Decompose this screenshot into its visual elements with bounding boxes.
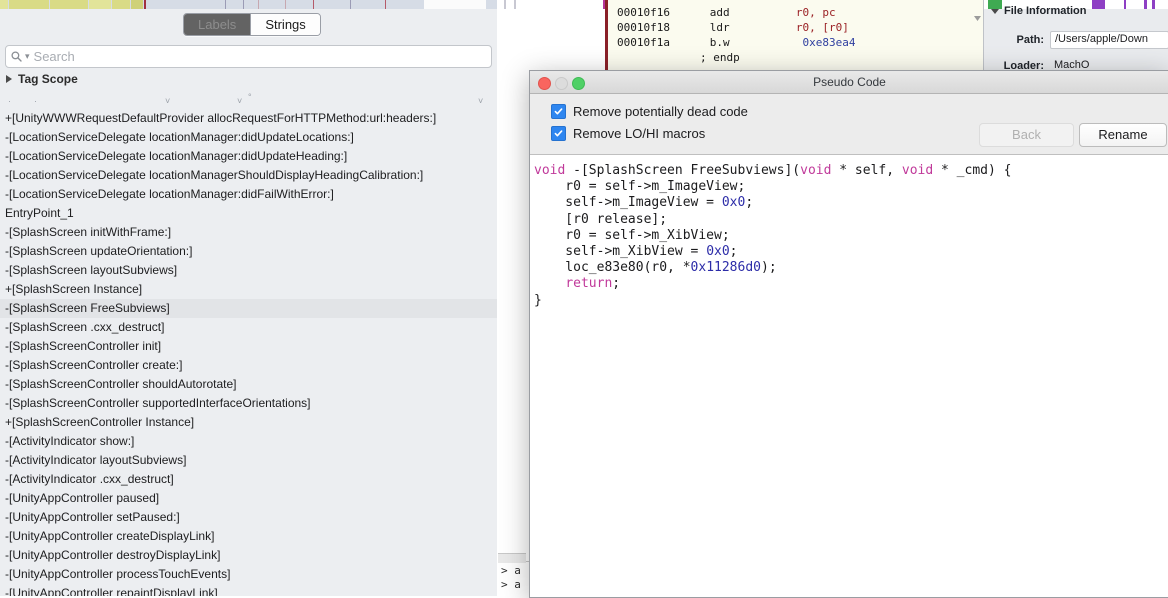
list-item[interactable]: -[SplashScreenController shouldAutorotat… (0, 375, 497, 394)
branch-target[interactable]: 0xe83ea4 (802, 36, 855, 49)
search-icon (11, 51, 22, 62)
list-item[interactable]: -[SplashScreenController create:] (0, 356, 497, 375)
search-field[interactable]: ▾ (5, 45, 492, 68)
back-button[interactable]: Back (979, 123, 1074, 147)
script-console[interactable]: > a > a (498, 553, 530, 596)
instruction-address: 00010f18 (617, 21, 670, 34)
disassembly-comment: ; endp (700, 51, 740, 64)
list-item[interactable]: EntryPoint_1 (0, 204, 497, 223)
list-item[interactable]: +[SplashScreen Instance] (0, 280, 497, 299)
procedure-gutter-marker (605, 0, 608, 72)
dialog-options-bar: Remove potentially dead code Remove LO/H… (530, 94, 1168, 155)
list-item[interactable]: -[SplashScreenController supportedInterf… (0, 394, 497, 413)
search-input[interactable] (29, 49, 491, 64)
console-line-2: > a (501, 578, 521, 591)
checkmark-icon[interactable] (551, 126, 566, 141)
checkbox-label-remove-lohi-macros: Remove LO/HI macros (573, 126, 706, 141)
tag-scope-label: Tag Scope (18, 72, 78, 86)
list-item[interactable]: -[UnityAppController setPaused:] (0, 508, 497, 527)
list-item[interactable]: -[SplashScreen .cxx_destruct] (0, 318, 497, 337)
list-item[interactable]: -[SplashScreen layoutSubviews] (0, 261, 497, 280)
instruction-mnemonic: ldr (709, 21, 730, 34)
instruction-address: 00010f1a (617, 36, 670, 49)
navigator-overview-strip[interactable] (0, 0, 497, 9)
instruction-mnemonic: b.w (709, 36, 730, 49)
list-item[interactable]: -[ActivityIndicator .cxx_destruct] (0, 470, 497, 489)
list-item[interactable]: -[SplashScreenController init] (0, 337, 497, 356)
instruction-mnemonic: add (709, 6, 730, 19)
console-line-1: > a (501, 564, 521, 577)
list-item[interactable]: -[UnityAppController paused] (0, 489, 497, 508)
dialog-titlebar[interactable]: Pseudo Code (530, 71, 1168, 94)
rename-button[interactable]: Rename (1079, 123, 1167, 147)
checkbox-remove-lohi-macros[interactable]: Remove LO/HI macros (551, 126, 705, 141)
pseudo-code-dialog[interactable]: Pseudo Code Remove potentially dead code… (529, 70, 1168, 598)
disclosure-triangle-right-icon[interactable] (6, 75, 12, 83)
pseudo-code-editor[interactable]: void -[SplashScreen FreeSubviews](void *… (530, 155, 1168, 597)
disassembly-line[interactable]: 00010f1a b.w 0xe83ea4 (617, 36, 855, 50)
tag-scope-header[interactable]: Tag Scope (6, 70, 486, 88)
checkbox-label-remove-dead-code: Remove potentially dead code (573, 104, 748, 119)
disassembly-code-block[interactable]: 00010f16 add r0, pc 00010f18 ldr r0, [r0]… (605, 0, 983, 73)
list-item[interactable]: -[ActivityIndicator layoutSubviews] (0, 451, 497, 470)
list-item[interactable]: -[LocationServiceDelegate locationManage… (0, 166, 497, 185)
labels-sidebar: Labels Strings ▾ Tag Scope · · ˅ ˅ ° ˅ +… (0, 0, 498, 596)
instruction-operands: r0, [r0] (795, 21, 849, 34)
list-item[interactable]: -[SplashScreen initWithFrame:] (0, 223, 497, 242)
dialog-title: Pseudo Code (813, 75, 886, 89)
list-item[interactable]: -[UnityAppController repaintDisplayLink] (0, 584, 497, 596)
checkbox-remove-dead-code[interactable]: Remove potentially dead code (551, 104, 748, 119)
list-item[interactable]: -[UnityAppController destroyDisplayLink] (0, 546, 497, 565)
list-item[interactable]: -[SplashScreen updateOrientation:] (0, 242, 497, 261)
list-item[interactable]: +[UnityWWWRequestDefaultProvider allocRe… (0, 109, 497, 128)
file-information-inspector: File Information Path: /Users/apple/Down… (983, 0, 1168, 80)
path-value[interactable]: /Users/apple/Down (1050, 31, 1168, 49)
disassembly-line[interactable]: 00010f18 ldr r0, [r0] (617, 21, 849, 35)
list-item[interactable]: -[UnityAppController createDisplayLink] (0, 527, 497, 546)
file-information-header[interactable]: File Information (991, 5, 1087, 17)
instruction-operands: r0, pc (795, 6, 836, 19)
console-divider (498, 553, 526, 563)
list-item[interactable]: +[SplashScreenController Instance] (0, 413, 497, 432)
list-item[interactable]: -[SplashScreen FreeSubviews] (0, 299, 497, 318)
list-item[interactable]: -[LocationServiceDelegate locationManage… (0, 185, 497, 204)
sidebar-tabbar: Labels Strings (0, 10, 497, 40)
checkmark-icon[interactable] (551, 104, 566, 119)
list-scroll-artifacts: · · ˅ ˅ ° ˅ (8, 92, 484, 106)
instruction-address: 00010f16 (617, 6, 670, 19)
inspector-title: File Information (1004, 5, 1087, 17)
tab-labels[interactable]: Labels (184, 14, 251, 35)
labels-list[interactable]: · · ˅ ˅ ° ˅ +[UnityWWWRequestDefaultProv… (0, 92, 497, 596)
list-item[interactable]: -[ActivityIndicator show:] (0, 432, 497, 451)
list-item[interactable]: -[UnityAppController processTouchEvents] (0, 565, 497, 584)
pseudo-code-text: void -[SplashScreen FreeSubviews](void *… (534, 163, 1012, 308)
inspector-row-path: Path: /Users/apple/Down (984, 30, 1168, 50)
labels-strings-segmented-control[interactable]: Labels Strings (183, 13, 321, 36)
vertical-scroll-arrow-icon[interactable] (972, 10, 983, 28)
path-label: Path: (1016, 34, 1045, 46)
list-item[interactable]: -[LocationServiceDelegate locationManage… (0, 147, 497, 166)
disassembly-line[interactable]: 00010f16 add r0, pc (617, 6, 836, 20)
list-item[interactable]: -[LocationServiceDelegate locationManage… (0, 128, 497, 147)
tab-strings[interactable]: Strings (250, 14, 320, 35)
disclosure-triangle-down-icon[interactable] (991, 8, 999, 14)
